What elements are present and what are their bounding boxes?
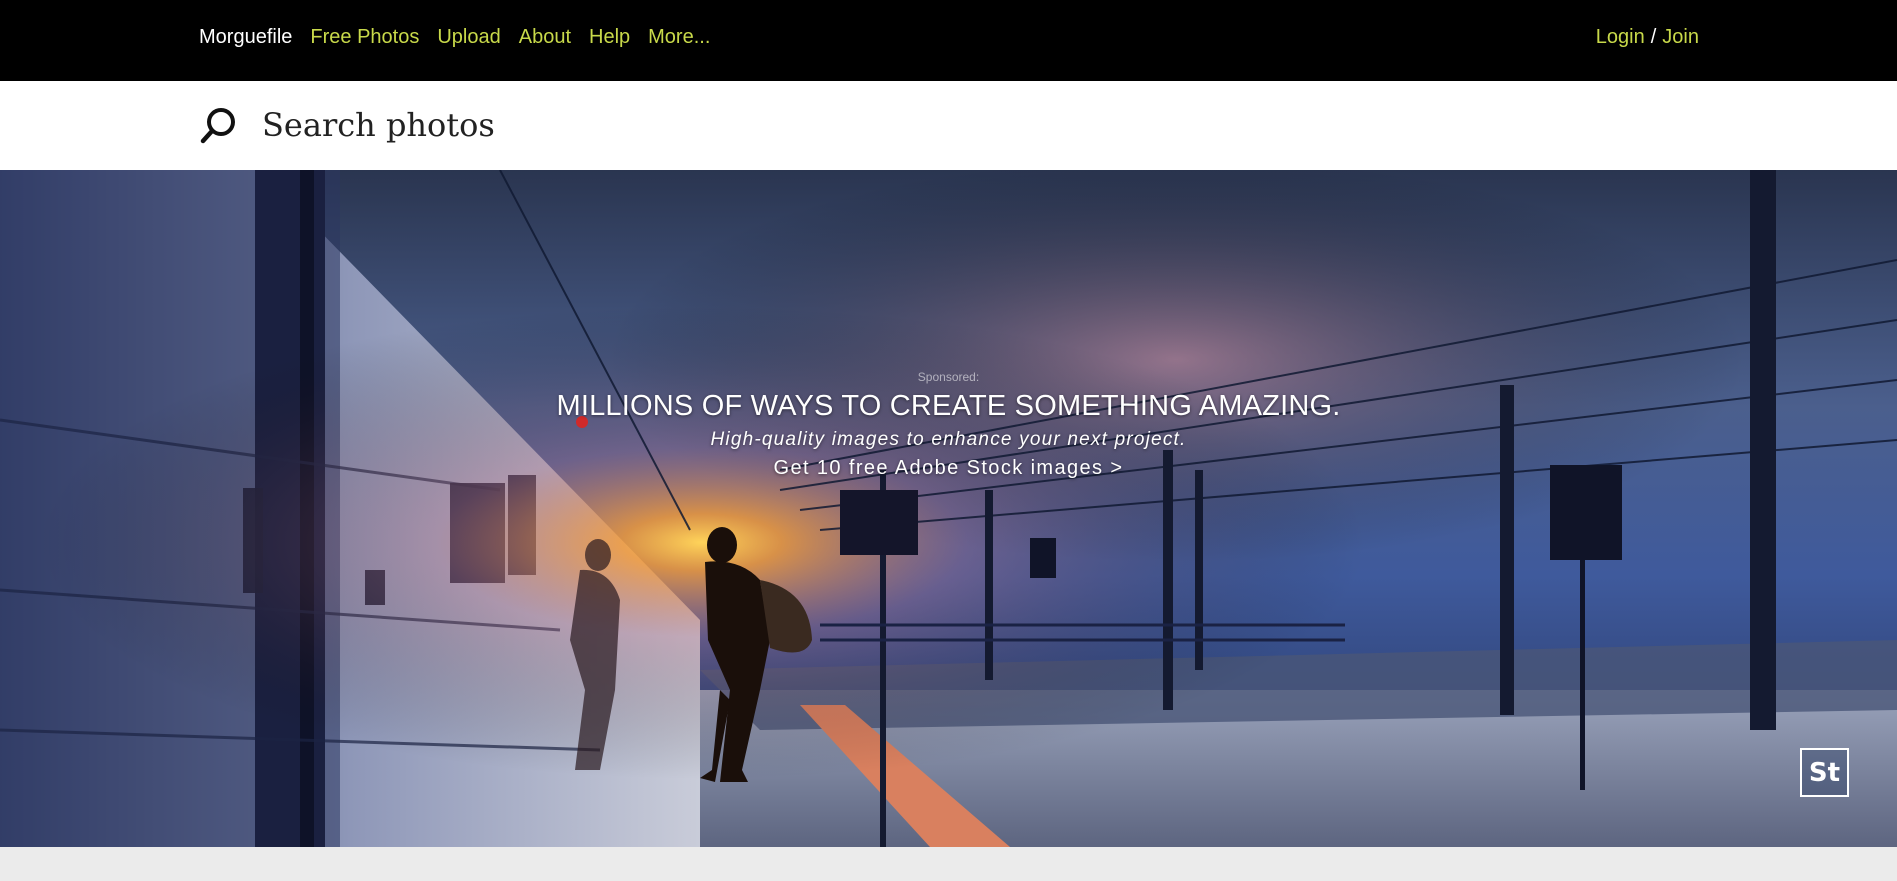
login-link[interactable]: Login	[1596, 26, 1645, 48]
hero-banner[interactable]: Sponsored: MILLIONS OF WAYS TO CREATE SO…	[0, 170, 1897, 847]
adobe-stock-logo[interactable]: St	[1800, 748, 1849, 797]
auth-links: Login / Join	[1596, 26, 1699, 49]
top-nav-bar: Morguefile Free Photos Upload About Help…	[0, 0, 1897, 81]
auth-separator: /	[1650, 26, 1657, 48]
adobe-stock-cta-link[interactable]: Get 10 free Adobe Stock images >	[774, 457, 1124, 480]
nav-help[interactable]: Help	[589, 26, 630, 49]
brand-link[interactable]: Morguefile	[199, 26, 292, 49]
search-bar	[0, 81, 1897, 170]
nav-more[interactable]: More...	[648, 26, 710, 49]
train-platform-photo	[0, 170, 1897, 847]
join-link[interactable]: Join	[1662, 26, 1699, 48]
hero-ad-copy: Sponsored: MILLIONS OF WAYS TO CREATE SO…	[0, 370, 1897, 480]
main-nav: Morguefile Free Photos Upload About Help…	[199, 26, 710, 49]
nav-about[interactable]: About	[519, 26, 571, 49]
nav-free-photos[interactable]: Free Photos	[310, 26, 419, 49]
sponsored-label: Sponsored:	[917, 370, 980, 384]
hero-title: MILLIONS OF WAYS TO CREATE SOMETHING AMA…	[556, 390, 1341, 422]
nav-upload[interactable]: Upload	[437, 26, 500, 49]
search-icon[interactable]	[199, 105, 239, 145]
search-input[interactable]	[262, 99, 1462, 151]
hero-subtitle: High-quality images to enhance your next…	[710, 429, 1187, 450]
page-background-strip	[0, 847, 1897, 881]
